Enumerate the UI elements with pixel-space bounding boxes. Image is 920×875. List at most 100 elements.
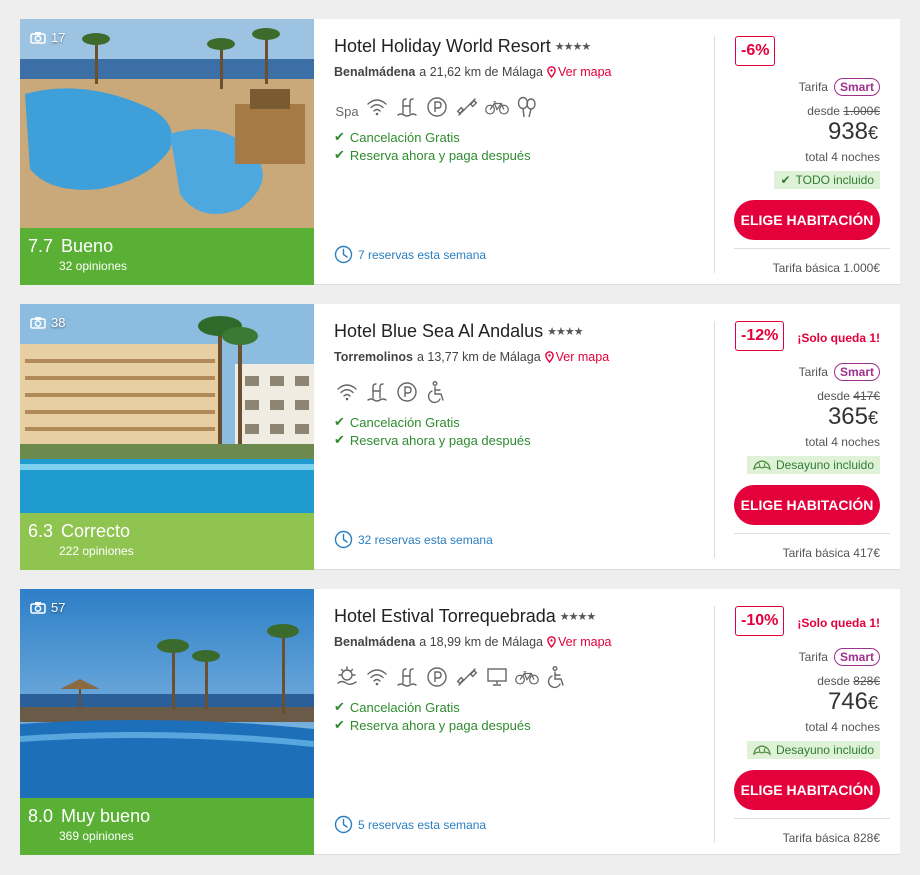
feature-item: ✔ Cancelación Gratis [334, 414, 460, 430]
map-link[interactable]: Ver mapa [547, 635, 612, 649]
choose-room-button[interactable]: ELIGE HABITACIÓN [734, 485, 880, 525]
price-from: desde 1.000€ [807, 104, 880, 118]
price-from: desde 417€ [817, 389, 880, 403]
star-rating: ★★★★ [547, 326, 583, 338]
hotel-name[interactable]: Hotel Holiday World Resort [334, 36, 551, 57]
rating-opinions: 222 opiniones [59, 544, 134, 558]
map-link-label: Ver mapa [555, 350, 610, 364]
check-icon: ✔ [780, 173, 791, 187]
price-amount: 938€ [828, 118, 878, 146]
hotel-photo[interactable]: 38 6.3 Correcto 222 opiniones [20, 304, 314, 570]
camera-icon [30, 32, 46, 44]
from-label: desde [817, 674, 850, 688]
price-panel: -6% Tarifa Smart desde 1.000€ 938€ total … [734, 19, 890, 285]
hotel-info: Hotel Holiday World Resort ★★★★ Benalmád… [334, 19, 714, 285]
hotel-info: Hotel Estival Torrequebrada ★★★★ Benalmá… [334, 589, 714, 855]
map-link[interactable]: Ver mapa [547, 65, 612, 79]
tarifa[interactable]: Tarifa Smart [799, 648, 880, 666]
smart-badge[interactable]: Smart [833, 648, 880, 666]
camera-icon [30, 602, 46, 614]
smart-badge[interactable]: Smart [833, 363, 880, 381]
hotel-card[interactable]: 57 8.0 Muy bueno 369 opiniones Hotel Est… [20, 589, 900, 855]
choose-room-button[interactable]: ELIGE HABITACIÓN [734, 770, 880, 810]
tv-icon [484, 665, 510, 689]
feature-label: Reserva ahora y paga después [349, 432, 531, 448]
pool-icon [394, 95, 420, 119]
availability-alert: ¡Solo queda 1! [797, 331, 880, 345]
location-distance: a 18,99 km de Málaga [419, 635, 543, 649]
divider [714, 36, 715, 273]
photo-count[interactable]: 38 [30, 315, 65, 330]
rating-score: 7.7 [28, 236, 54, 256]
beach-icon [334, 665, 360, 689]
price-value: 746 [827, 688, 868, 715]
feature-label: Reserva ahora y paga después [349, 717, 531, 733]
price-currency: € [867, 408, 878, 428]
hotel-photo[interactable]: 57 8.0 Muy bueno 369 opiniones [20, 589, 314, 855]
feature-item: ✔ Reserva ahora y paga después [334, 432, 531, 448]
accessible-icon [544, 665, 570, 689]
photo-count-value: 17 [51, 30, 66, 45]
price-value: 365 [827, 403, 868, 430]
wifi-icon [334, 380, 360, 404]
included-label: TODO incluido [795, 173, 874, 187]
availability-alert: ¡Solo queda 1! [797, 616, 880, 630]
photo-count[interactable]: 57 [30, 600, 65, 615]
weekly-bookings: 5 reservas esta semana [334, 815, 486, 834]
tarifa[interactable]: Tarifa Smart [799, 363, 880, 381]
parking-icon [424, 95, 450, 119]
tarifa[interactable]: Tarifa Smart [799, 78, 880, 96]
hotel-image[interactable] [20, 589, 314, 798]
rating-label: Bueno [61, 236, 114, 256]
spa-label: Spa [335, 104, 359, 119]
location: Benalmádena a 21,62 km de Málaga Ver map… [334, 65, 612, 79]
tarifa-label: Tarifa [798, 650, 828, 664]
weekly-bookings: 32 reservas esta semana [334, 530, 493, 549]
price-amount: 746€ [828, 688, 878, 716]
hotel-image[interactable] [20, 19, 314, 228]
total-nights: total 4 noches [805, 720, 880, 734]
pool-icon [364, 380, 390, 404]
hotel-image[interactable] [20, 304, 314, 513]
old-price: 417€ [853, 389, 880, 403]
rating-band: 7.7 Bueno 32 opiniones [20, 228, 314, 285]
hotel-photo[interactable]: 17 7.7 Bueno 32 opiniones [20, 19, 314, 285]
check-icon: ✔ [334, 147, 345, 162]
location: Benalmádena a 18,99 km de Málaga Ver map… [334, 635, 612, 649]
total-nights: total 4 noches [805, 150, 880, 164]
photo-count-value: 38 [51, 315, 66, 330]
feature-item: ✔ Cancelación Gratis [334, 129, 460, 145]
choose-room-button[interactable]: ELIGE HABITACIÓN [734, 200, 880, 240]
base-rate: Tarifa básica 1.000€ [772, 261, 880, 275]
rating-opinions: 369 opiniones [59, 829, 134, 843]
feature-item: ✔ Reserva ahora y paga después [334, 717, 531, 733]
amenities: Spa [334, 95, 540, 119]
feature-label: Reserva ahora y paga después [349, 147, 531, 163]
price-from: desde 828€ [817, 674, 880, 688]
hotel-card[interactable]: 38 6.3 Correcto 222 opiniones Hotel Blue… [20, 304, 900, 570]
map-pin-icon [547, 66, 556, 78]
feature-label: Cancelación Gratis [349, 414, 460, 430]
kids-icon [514, 95, 540, 119]
hotel-name[interactable]: Hotel Blue Sea Al Andalus [334, 321, 543, 342]
wifi-icon [364, 665, 390, 689]
hotel-info: Hotel Blue Sea Al Andalus ★★★★ Torremoli… [334, 304, 714, 570]
location-city: Benalmádena [334, 65, 416, 79]
hotel-card[interactable]: 17 7.7 Bueno 32 opiniones Hotel Holiday … [20, 19, 900, 285]
feature-item: ✔ Cancelación Gratis [334, 699, 460, 715]
tarifa-label: Tarifa [798, 365, 828, 379]
amenities [334, 380, 450, 404]
map-link[interactable]: Ver mapa [544, 350, 610, 364]
location-distance: a 21,62 km de Málaga [419, 65, 543, 79]
smart-badge[interactable]: Smart [833, 78, 880, 96]
wifi-icon [364, 95, 390, 119]
divider [714, 321, 715, 558]
rating-opinions: 32 opiniones [59, 259, 128, 273]
photo-count[interactable]: 17 [30, 30, 65, 45]
star-rating: ★★★★ [554, 41, 591, 53]
rating-label: Correcto [61, 521, 131, 541]
included-badge: ✔ TODO incluido [774, 171, 880, 189]
divider [734, 248, 890, 249]
hotel-name[interactable]: Hotel Estival Torrequebrada [334, 606, 556, 627]
feature-item: ✔ Reserva ahora y paga después [334, 147, 531, 163]
